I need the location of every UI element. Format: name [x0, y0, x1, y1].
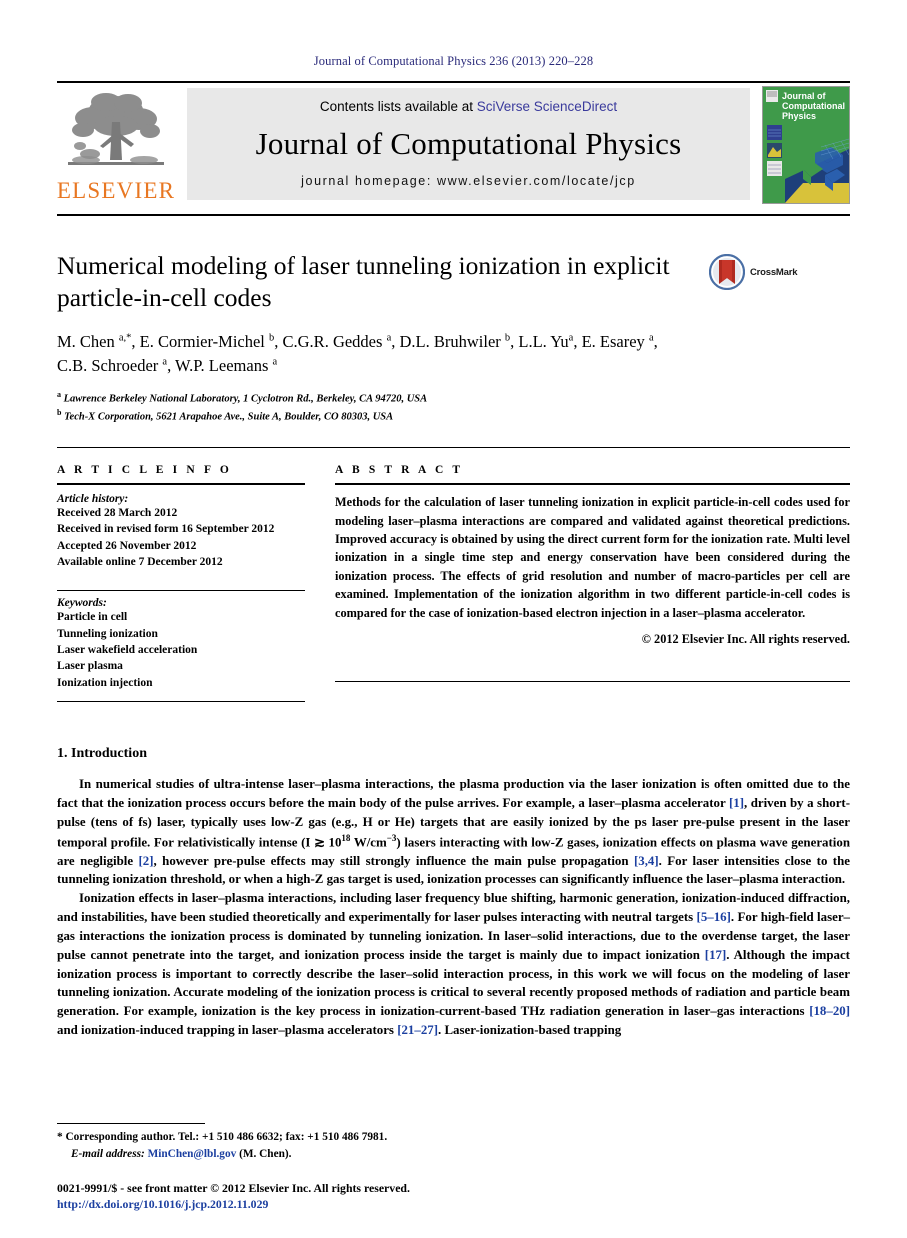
affiliation-list: a Lawrence Berkeley National Laboratory,…: [57, 389, 850, 426]
doi-link[interactable]: http://dx.doi.org/10.1016/j.jcp.2012.11.…: [57, 1197, 850, 1212]
abstract-copyright: © 2012 Elsevier Inc. All rights reserved…: [641, 632, 850, 647]
p2-end: . Laser-ionization-based trapping: [438, 1023, 622, 1038]
keywords-rule-bottom: [57, 701, 305, 703]
abstract-bottom-rule: [335, 681, 850, 683]
keyword-item: Laser wakefield acceleration: [57, 644, 198, 657]
journal-title: Journal of Computational Physics: [255, 126, 682, 161]
contents-prefix: Contents lists available at: [319, 99, 477, 114]
corresponding-author-note: * Corresponding author. Tel.: +1 510 486…: [57, 1131, 388, 1144]
elsevier-logo: ELSEVIER: [57, 84, 175, 202]
abstract-body: Methods for the calculation of laser tun…: [335, 495, 850, 620]
journal-masthead: ELSEVIER Contents lists available at Sci…: [57, 81, 850, 212]
introduction-body: In numerical studies of ultra-intense la…: [57, 775, 850, 1040]
author-line-1: M. Chen a,*, E. Cormier-Michel b, C.G.R.…: [57, 331, 658, 351]
abstract-heading: A B S T R A C T: [335, 464, 464, 477]
email-suffix: (M. Chen).: [236, 1147, 292, 1160]
p2-mid3: and ionization-induced trapping in laser…: [57, 1023, 398, 1038]
keywords-heading: Keywords:: [57, 597, 107, 610]
crossmark-badge[interactable]: CrossMark: [709, 254, 798, 290]
article-info-heading: A R T I C L E I N F O: [57, 464, 232, 477]
elsevier-tree-icon: [68, 93, 164, 165]
footnote-separator-rule: [57, 1123, 205, 1125]
author-list: M. Chen a,*, E. Cormier-Michel b, C.G.R.…: [57, 330, 777, 378]
title-block: Numerical modeling of laser tunneling io…: [57, 250, 850, 314]
elsevier-wordmark: ELSEVIER: [56, 178, 176, 203]
svg-text:Physics: Physics: [782, 111, 816, 121]
masthead-bottom-rule: [57, 214, 850, 216]
section-heading-introduction: 1. Introduction: [57, 746, 147, 762]
article-info-rule: [57, 483, 305, 486]
email-note: E-mail address: MinChen@lbl.gov (M. Chen…: [57, 1146, 850, 1162]
svg-text:Computational: Computational: [782, 101, 845, 111]
exponent-minus3: −3: [386, 832, 397, 843]
keyword-item: Laser plasma: [57, 660, 123, 673]
citation-17[interactable]: [17]: [705, 948, 726, 962]
affiliation-b: b Tech-X Corporation, 5621 Arapahoe Ave.…: [57, 407, 394, 423]
contents-available-line: Contents lists available at SciVerse Sci…: [320, 99, 617, 114]
paragraph-2: Ionization effects in laser–plasma inter…: [57, 889, 850, 1040]
journal-cover-art: Journal of Computational Physics: [763, 87, 849, 203]
history-item: Received in revised form 16 September 20…: [57, 523, 275, 536]
abstract-rule: [335, 483, 850, 486]
keywords-rule-top: [57, 590, 305, 592]
history-item: Accepted 26 November 2012: [57, 539, 197, 552]
keyword-item: Ionization injection: [57, 676, 153, 689]
article-info-column: A R T I C L E I N F O Article history: R…: [57, 464, 305, 703]
imprint-line: 0021-9991/$ - see front matter © 2012 El…: [57, 1180, 410, 1195]
journal-homepage-line[interactable]: journal homepage: www.elsevier.com/locat…: [301, 174, 636, 188]
paragraph-1: In numerical studies of ultra-intense la…: [57, 775, 850, 889]
citation-21-27[interactable]: [21–27]: [397, 1023, 438, 1037]
keyword-item: Tunneling ionization: [57, 627, 158, 640]
keywords-block: Keywords: Particle in cell Tunneling ion…: [57, 590, 305, 703]
page-title: Numerical modeling of laser tunneling io…: [57, 251, 670, 312]
crossmark-label: CrossMark: [750, 266, 798, 278]
history-item: Available online 7 December 2012: [57, 556, 223, 569]
email-link[interactable]: MinChen@lbl.gov: [148, 1148, 237, 1160]
citation-2[interactable]: [2]: [138, 854, 153, 868]
page-footer: * Corresponding author. Tel.: +1 510 486…: [57, 1123, 850, 1212]
running-head: Journal of Computational Physics 236 (20…: [313, 54, 594, 68]
abstract-column: A B S T R A C T Methods for the calculat…: [335, 464, 850, 702]
citation-5-16[interactable]: [5–16]: [697, 910, 731, 924]
p1-mid4: , however pre-pulse effects may still st…: [153, 853, 634, 868]
keyword-item: Particle in cell: [57, 611, 128, 624]
history-item: Received 28 March 2012: [57, 507, 178, 520]
footnote-block: * Corresponding author. Tel.: +1 510 486…: [57, 1129, 850, 1162]
citation-1[interactable]: [1]: [729, 796, 744, 810]
info-abstract-region: A R T I C L E I N F O Article history: R…: [57, 447, 850, 703]
journal-cover-thumbnail: Journal of Computational Physics: [762, 86, 850, 204]
citation-3-4[interactable]: [3,4]: [634, 854, 659, 868]
author-line-2: C.B. Schroeder a, W.P. Leemans a: [57, 355, 278, 375]
svg-text:Journal of: Journal of: [782, 91, 827, 101]
email-label: E-mail address:: [71, 1147, 145, 1160]
affiliation-a: a Lawrence Berkeley National Laboratory,…: [57, 389, 428, 405]
affiliation-b-text: Tech-X Corporation, 5621 Arapahoe Ave., …: [64, 411, 394, 423]
affiliation-a-text: Lawrence Berkeley National Laboratory, 1…: [63, 393, 428, 405]
crossmark-icon: [709, 254, 745, 290]
sciencedirect-link[interactable]: SciVerse ScienceDirect: [477, 99, 617, 114]
paper-page: Journal of Computational Physics 236 (20…: [0, 0, 907, 1238]
masthead-center-panel: Contents lists available at SciVerse Sci…: [187, 88, 750, 200]
p1-mid2: W/cm: [350, 834, 387, 849]
citation-18-20[interactable]: [18–20]: [809, 1004, 850, 1018]
article-history-heading: Article history:: [57, 493, 129, 506]
